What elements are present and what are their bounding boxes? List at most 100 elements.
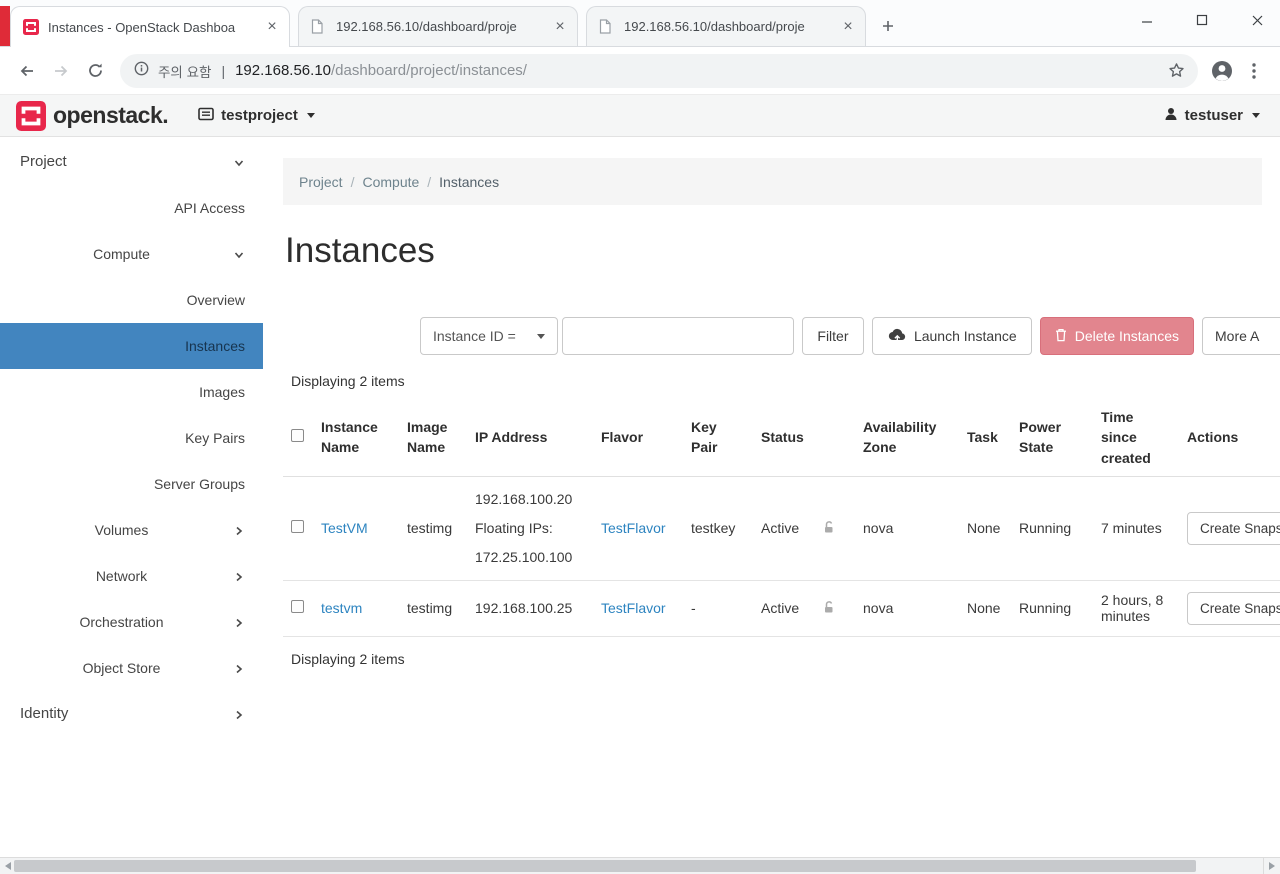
user-menu[interactable]: testuser xyxy=(1164,107,1264,125)
breadcrumb-project[interactable]: Project xyxy=(299,174,343,190)
sidebar-item-images[interactable]: Images xyxy=(0,369,263,415)
filter-input[interactable] xyxy=(561,317,794,355)
status-badge: Active xyxy=(753,580,815,637)
table-header-row: Instance Name Image Name IP Address Flav… xyxy=(283,399,1280,477)
sidebar-item-server-groups[interactable]: Server Groups xyxy=(0,461,263,507)
trash-icon xyxy=(1055,328,1067,345)
sidebar-item-network[interactable]: Network xyxy=(0,553,263,599)
sidebar-item-instances[interactable]: Instances xyxy=(0,323,263,369)
sidebar-item-object-store[interactable]: Object Store xyxy=(0,645,263,691)
tab-close-icon[interactable]: × xyxy=(551,18,569,36)
row-checkbox[interactable] xyxy=(291,600,304,614)
status-badge: Active xyxy=(753,476,815,581)
window-controls xyxy=(1140,13,1280,27)
filter-field-dropdown[interactable]: Instance ID = xyxy=(419,317,558,355)
col-lock xyxy=(815,399,855,477)
sidebar-item-identity[interactable]: Identity xyxy=(0,691,263,737)
sidebar-item-key-pairs[interactable]: Key Pairs xyxy=(0,415,263,461)
flavor-link[interactable]: TestFlavor xyxy=(601,600,666,616)
chevron-right-icon xyxy=(233,662,245,678)
row-checkbox[interactable] xyxy=(291,520,304,534)
col-status[interactable]: Status xyxy=(753,399,815,477)
tab-close-icon[interactable]: × xyxy=(263,18,281,36)
col-availability-zone[interactable]: Availability Zone xyxy=(855,399,959,477)
col-ip-address[interactable]: IP Address xyxy=(467,399,593,477)
minimize-button[interactable] xyxy=(1140,13,1154,27)
item-count-top: Displaying 2 items xyxy=(291,373,405,389)
caret-down-icon xyxy=(306,113,315,118)
profile-avatar[interactable] xyxy=(1206,55,1238,87)
forward-button[interactable] xyxy=(44,54,78,88)
sidebar-item-overview[interactable]: Overview xyxy=(0,277,263,323)
flavor-link[interactable]: TestFlavor xyxy=(601,520,666,536)
page-favicon-icon xyxy=(599,19,615,35)
table-row: testvm testimg 192.168.100.25 TestFlavor… xyxy=(283,580,1280,637)
address-bar[interactable]: 주의 요함 | 192.168.56.10 /dashboard/project… xyxy=(120,53,1198,88)
col-instance-name[interactable]: Instance Name xyxy=(313,399,399,477)
scrollbar-thumb[interactable] xyxy=(14,860,1196,872)
sidebar-item-orchestration[interactable]: Orchestration xyxy=(0,599,263,645)
tab-title: Instances - OpenStack Dashboa xyxy=(48,19,236,35)
browser-menu-icon[interactable] xyxy=(1238,55,1270,87)
page-title: Instances xyxy=(285,231,435,270)
tab-close-icon[interactable]: × xyxy=(839,18,857,36)
chevron-down-icon xyxy=(233,248,245,264)
sidebar-item-project[interactable]: Project xyxy=(0,139,263,185)
more-actions-button[interactable]: More A xyxy=(1202,317,1280,355)
col-flavor[interactable]: Flavor xyxy=(593,399,683,477)
scroll-right-arrow-icon[interactable] xyxy=(1269,862,1275,870)
browser-window: Instances - OpenStack Dashboa × 192.168.… xyxy=(0,0,1280,874)
col-task[interactable]: Task xyxy=(959,399,1011,477)
browser-toolbar: 주의 요함 | 192.168.56.10 /dashboard/project… xyxy=(0,47,1280,95)
select-all-checkbox[interactable] xyxy=(291,429,304,443)
page-content: Project API Access Compute Overview Inst… xyxy=(0,137,1280,857)
new-tab-button[interactable] xyxy=(874,12,902,40)
project-selector-label: testproject xyxy=(221,107,298,124)
col-key-pair[interactable]: Key Pair xyxy=(683,399,753,477)
create-snapshot-button[interactable]: Create Snaps xyxy=(1187,591,1280,625)
scrollbar-divider xyxy=(1263,858,1264,874)
user-icon xyxy=(1164,107,1178,125)
maximize-button[interactable] xyxy=(1195,13,1209,27)
create-snapshot-button[interactable]: Create Snaps xyxy=(1187,511,1280,545)
chevron-right-icon xyxy=(233,570,245,586)
sidebar-item-compute[interactable]: Compute xyxy=(0,231,263,277)
horizontal-scrollbar[interactable] xyxy=(0,857,1280,874)
delete-instances-button[interactable]: Delete Instances xyxy=(1039,317,1194,355)
unlock-icon xyxy=(823,521,835,537)
browser-tab-strip: Instances - OpenStack Dashboa × 192.168.… xyxy=(0,0,1280,47)
info-icon[interactable] xyxy=(134,61,149,81)
col-image-name[interactable]: Image Name xyxy=(399,399,467,477)
back-button[interactable] xyxy=(10,54,44,88)
item-count-bottom: Displaying 2 items xyxy=(291,650,405,667)
close-button[interactable] xyxy=(1250,13,1264,27)
tab-title: 192.168.56.10/dashboard/proje xyxy=(624,19,805,34)
caret-down-icon xyxy=(536,333,545,339)
openstack-favicon-icon xyxy=(23,19,39,35)
instance-link[interactable]: testvm xyxy=(321,600,362,616)
project-selector[interactable]: testproject xyxy=(198,107,315,125)
instances-table: Instance Name Image Name IP Address Flav… xyxy=(283,399,1280,637)
sidebar: Project API Access Compute Overview Inst… xyxy=(0,137,263,857)
sidebar-item-volumes[interactable]: Volumes xyxy=(0,507,263,553)
breadcrumb-instances: Instances xyxy=(439,173,500,190)
browser-tab-2[interactable]: 192.168.56.10/dashboard/proje × xyxy=(298,6,578,46)
sidebar-item-api-access[interactable]: API Access xyxy=(0,185,263,231)
tab-title: 192.168.56.10/dashboard/proje xyxy=(336,19,517,34)
url-path: /dashboard/project/instances/ xyxy=(331,62,527,79)
scroll-left-arrow-icon[interactable] xyxy=(5,862,11,870)
page-favicon-icon xyxy=(311,19,327,35)
filter-button[interactable]: Filter xyxy=(801,317,864,355)
browser-tab-active[interactable]: Instances - OpenStack Dashboa × xyxy=(10,6,290,47)
col-time-since-created[interactable]: Time since created xyxy=(1093,399,1179,477)
browser-tab-3[interactable]: 192.168.56.10/dashboard/proje × xyxy=(586,6,866,46)
chevron-right-icon xyxy=(233,524,245,540)
breadcrumb-compute[interactable]: Compute xyxy=(362,174,419,190)
caret-down-icon xyxy=(1252,113,1260,118)
launch-instance-button[interactable]: Launch Instance xyxy=(871,317,1032,355)
instance-link[interactable]: TestVM xyxy=(321,520,368,536)
col-power-state[interactable]: Power State xyxy=(1011,399,1093,477)
reload-button[interactable] xyxy=(78,54,112,88)
bookmark-star-icon[interactable] xyxy=(1162,57,1190,85)
address-separator: | xyxy=(221,62,226,79)
